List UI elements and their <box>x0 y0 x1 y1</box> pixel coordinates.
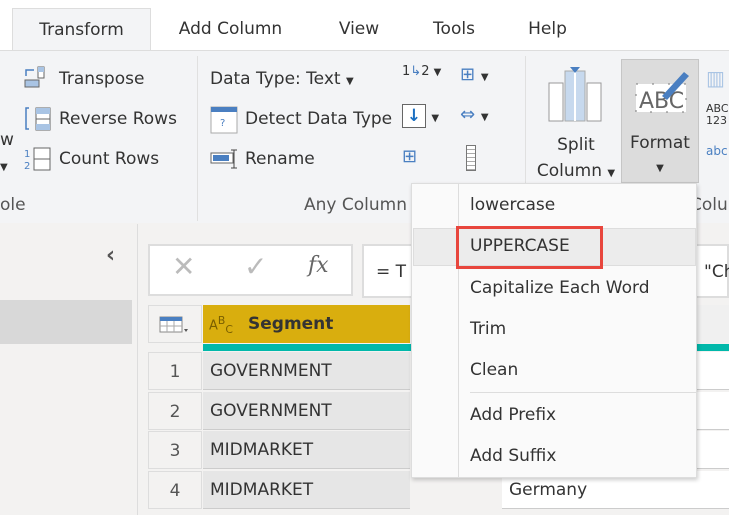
tab-tools[interactable]: Tools <box>424 8 484 51</box>
split-column-label-1: Split <box>557 135 595 155</box>
format-label: Format <box>630 133 690 153</box>
segment-cell[interactable]: GOVERNMENT <box>203 352 410 390</box>
fx-button[interactable]: fx <box>308 253 329 278</box>
formula-text-end: "Ch <box>704 262 729 282</box>
format-button[interactable]: ABC Format ▼ <box>621 59 699 183</box>
split-column-icon <box>548 67 602 122</box>
format-dropdown-menu: lowercase UPPERCASE Capitalize Each Word… <box>411 183 697 478</box>
parse-icon: ▥ <box>706 66 725 90</box>
confirm-formula-button[interactable]: ✓ <box>244 250 267 283</box>
any-column-group-label: Any Column <box>304 195 407 215</box>
dropdown-caret-icon: ▼ <box>0 162 8 173</box>
detect-data-type-button[interactable]: Detect Data Type <box>245 109 392 129</box>
extract-icon: abc <box>706 144 728 158</box>
selected-query-item[interactable] <box>0 300 132 344</box>
data-type-dropdown[interactable]: Data Type: Text ▼ <box>210 69 354 89</box>
table-icon <box>159 316 188 333</box>
partial-button[interactable]: w <box>0 130 14 150</box>
menu-item-capitalize-each-word[interactable]: Capitalize Each Word <box>470 278 650 298</box>
menu-item-add-prefix[interactable]: Add Prefix <box>470 405 556 425</box>
fill-button[interactable]: ↓ ▼ <box>402 104 439 128</box>
collapse-queries-button[interactable]: ‹ <box>106 243 115 268</box>
pivot-column-button[interactable]: ⊞ <box>402 146 417 167</box>
cancel-formula-button[interactable]: ✕ <box>172 250 195 283</box>
segment-cell[interactable]: MIDMARKET <box>203 431 410 469</box>
dropdown-caret-icon: ▼ <box>345 76 354 87</box>
dropdown-caret-icon: ▼ <box>607 168 616 179</box>
reverse-rows-icon <box>25 107 51 131</box>
column-header-label: Segment <box>248 314 334 334</box>
replace-values-button[interactable]: 1↳2 ▼ <box>402 64 441 79</box>
split-column-button[interactable]: Split Column ▼ <box>534 132 618 187</box>
reverse-rows-button[interactable]: Reverse Rows <box>59 109 177 129</box>
segment-cell[interactable]: GOVERNMENT <box>203 391 410 430</box>
row-number: 1 <box>148 352 202 390</box>
unpivot-columns-button[interactable]: ⊞ ▼ <box>460 64 489 85</box>
row-number: 3 <box>148 431 202 469</box>
formula-text-start: = T <box>376 262 407 282</box>
split-column-label-2: Column <box>536 161 602 181</box>
tab-transform[interactable]: Transform <box>12 8 151 51</box>
tab-view[interactable]: View <box>330 8 388 51</box>
menu-item-add-suffix[interactable]: Add Suffix <box>470 446 556 466</box>
text-type-icon: ABC <box>209 314 233 336</box>
data-type-abc123-icon: ABC 123 <box>706 102 729 127</box>
rename-button[interactable]: Rename <box>245 149 315 169</box>
fill-down-icon: ↓ <box>402 104 426 128</box>
tab-help[interactable]: Help <box>520 8 575 51</box>
menu-item-trim[interactable]: Trim <box>470 319 506 339</box>
svg-text:1: 1 <box>24 149 30 160</box>
data-type-label: Data Type: Text <box>210 69 341 89</box>
table-group-label: ole <box>0 195 26 215</box>
table-menu-button[interactable] <box>148 305 202 343</box>
row-number: 4 <box>148 470 202 509</box>
count-rows-button[interactable]: Count Rows <box>59 149 159 169</box>
svg-text:?: ? <box>220 118 225 129</box>
svg-text:2: 2 <box>24 161 30 171</box>
rename-icon <box>210 149 237 169</box>
column-header-segment[interactable]: ABC Segment <box>203 305 410 343</box>
detect-data-type-icon: ? <box>210 106 238 134</box>
list-icon <box>466 145 476 171</box>
menu-item-lowercase[interactable]: lowercase <box>470 195 555 215</box>
svg-text:ABC: ABC <box>639 89 684 114</box>
tab-add-column[interactable]: Add Column <box>168 8 293 51</box>
count-rows-icon: 12 <box>24 147 51 171</box>
move-button[interactable]: ⇔ ▼ <box>460 104 489 125</box>
row-number: 2 <box>148 391 202 430</box>
menu-item-uppercase[interactable]: UPPERCASE <box>470 236 570 256</box>
convert-to-list-button[interactable] <box>466 145 476 176</box>
format-abc-icon: ABC <box>635 72 689 114</box>
queries-pane <box>0 224 138 515</box>
transpose-button[interactable]: Transpose <box>59 69 144 89</box>
transpose-icon <box>24 66 45 88</box>
segment-cell[interactable]: MIDMARKET <box>203 470 410 509</box>
dropdown-caret-icon: ▼ <box>656 163 664 174</box>
menu-item-clean[interactable]: Clean <box>470 360 518 380</box>
menu-separator <box>470 392 696 393</box>
